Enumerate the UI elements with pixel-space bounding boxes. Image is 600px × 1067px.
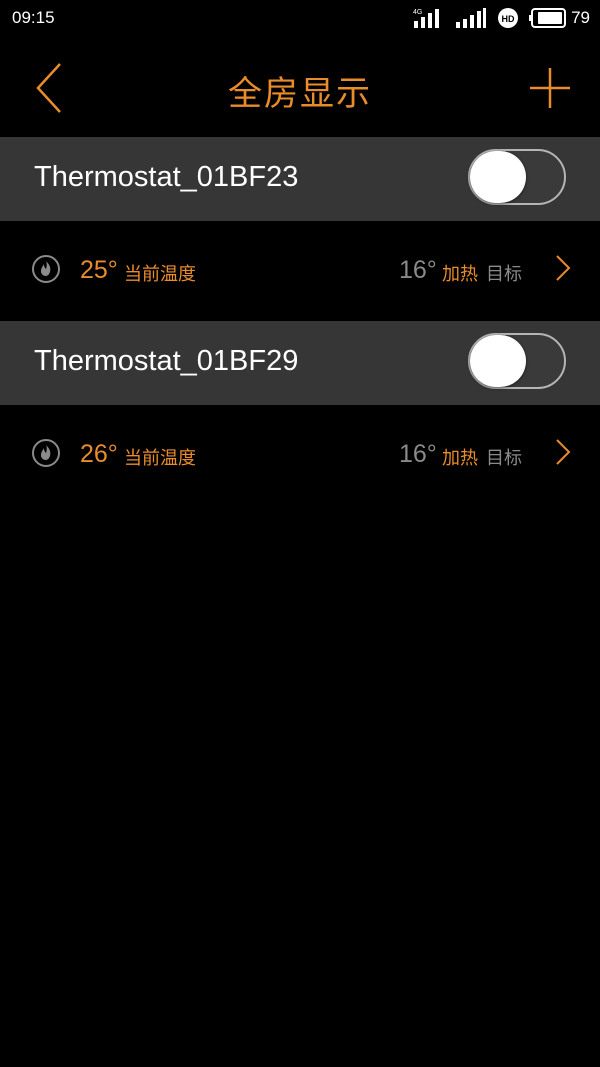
battery-level: 79 [571, 8, 590, 27]
status-time: 09:15 [12, 8, 55, 27]
target-temperature: 16° [399, 256, 437, 284]
chevron-right-icon [556, 255, 571, 281]
flame-icon [32, 255, 60, 283]
toggle-knob [470, 335, 526, 387]
network-type-label: 4G [413, 9, 422, 16]
status-bar: 09:15 4G HD 79 [0, 0, 600, 36]
current-temperature-label: 当前温度 [124, 264, 196, 285]
status-icons: 4G HD 79 [403, 6, 590, 30]
flame-icon [32, 439, 60, 467]
plus-icon [530, 68, 570, 108]
hd-voice-icon: HD [498, 8, 519, 28]
target-temperature-label: 目标 [486, 264, 522, 285]
current-temperature: 26° [80, 440, 118, 468]
battery-icon [529, 8, 567, 28]
device-name: Thermostat_01BF23 [34, 161, 299, 193]
power-toggle[interactable] [468, 149, 566, 205]
device-detail-row[interactable]: 26° 当前温度 16° 加热 目标 [0, 404, 600, 504]
current-temperature: 25° [80, 256, 118, 284]
device-row-header: Thermostat_01BF29 [0, 321, 600, 405]
chevron-right-icon [556, 439, 571, 465]
cellular-4g-icon: 4G [413, 9, 440, 28]
device-name: Thermostat_01BF29 [34, 345, 299, 377]
device-detail-row[interactable]: 25° 当前温度 16° 加热 目标 [0, 220, 600, 320]
target-temperature: 16° [399, 440, 437, 468]
device-row-header: Thermostat_01BF23 [0, 137, 600, 221]
app-header: 全房显示 [0, 52, 600, 124]
cellular-signal-icon [456, 8, 487, 28]
mode-label: 加热 [442, 448, 478, 469]
target-temperature-label: 目标 [486, 448, 522, 469]
hd-badge-label: HD [502, 14, 515, 24]
power-toggle[interactable] [468, 333, 566, 389]
page-title: 全房显示 [228, 74, 372, 114]
mode-label: 加热 [442, 264, 478, 285]
toggle-knob [470, 151, 526, 203]
current-temperature-label: 当前温度 [124, 448, 196, 469]
add-button[interactable] [528, 66, 572, 110]
